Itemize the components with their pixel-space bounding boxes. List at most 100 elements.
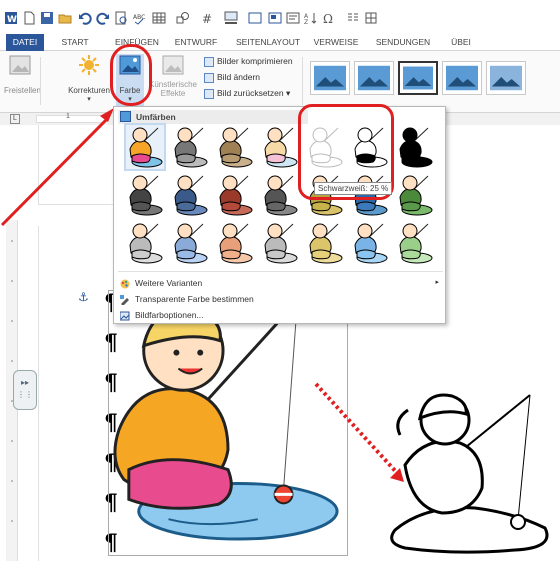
reset-picture-icon [204,88,214,99]
freistellen-label: Freistellen [4,86,41,95]
fishing-girl-thumbnail-icon [219,223,253,264]
tab-start[interactable]: START [54,34,96,51]
tab-verweise[interactable]: VERWEISE [310,34,362,51]
recolor-option-hell-gold[interactable] [306,221,344,265]
transparente-farbe-label: Transparente Farbe bestimmen [135,294,254,304]
bild-zuruecksetzen-button[interactable]: Bild zurücksetzen ▾ [204,87,290,99]
artistic-effects-icon [162,54,184,76]
effekte-label: Effekte [160,89,186,98]
bilder-komprimieren-button[interactable]: Bilder komprimieren [204,55,293,67]
new-doc-icon[interactable] [22,11,36,25]
recolor-option-sepia[interactable] [216,125,254,169]
symbol-icon[interactable]: # [200,11,214,26]
recolor-option-washout[interactable] [261,125,299,169]
fishing-girl-thumbnail-icon [174,223,208,264]
transparente-farbe-item[interactable]: Transparente Farbe bestimmen [118,291,443,307]
navigation-handle[interactable]: ▸▸ ⋮⋮ [13,370,37,410]
recolor-option-dunkel-blau[interactable] [171,173,209,217]
recolor-option-hell-grau[interactable] [126,221,164,265]
dotted-arrow [314,382,404,482]
remove-background-icon [9,54,31,76]
quick-access-toolbar: W ABC # AZ Ω [0,0,560,34]
submenu-arrow-icon: ▸ [435,279,439,286]
fishing-girl-thumbnail-icon [219,127,253,168]
recolor-option-hell-orange[interactable] [216,221,254,265]
redo-icon[interactable] [96,11,110,25]
spelling-icon[interactable]: ABC [132,11,146,25]
sun-icon [78,54,100,76]
recolor-option-dunkel-gruen[interactable] [396,173,434,217]
undo-icon[interactable] [78,11,92,25]
picture-style-4[interactable] [442,61,482,95]
recolor-header: Umfärben [118,110,308,124]
picture-style-5[interactable] [486,61,526,95]
recolor-option-schwarzweiss-75[interactable] [396,125,434,169]
align-icon[interactable] [364,11,378,25]
fishing-girl-thumbnail-icon [399,127,433,168]
save-icon[interactable] [40,11,54,25]
recolor-option-hell-blau2[interactable] [351,221,389,265]
fishing-girl-thumbnail-icon [264,127,298,168]
print-preview-icon[interactable] [114,11,128,25]
text-direction-icon[interactable] [286,11,300,25]
weitere-varianten-item[interactable]: Weitere Varianten ▸ [118,275,443,291]
bild-aendern-label: Bild ändern [217,72,261,82]
table-icon[interactable] [152,11,166,25]
open-icon[interactable] [58,11,72,25]
omega-icon[interactable]: Ω [322,11,336,26]
fishing-girl-thumbnail-icon [399,223,433,264]
border-icon[interactable] [224,11,238,25]
set-transparent-color-icon [120,294,130,306]
fishing-girl-thumbnail-icon [399,175,433,216]
bildfarboptionen-label: Bildfarboptionen... [135,310,204,320]
freistellen-button[interactable]: Freistellen [4,54,41,95]
bild-aendern-button[interactable]: Bild ändern [204,71,260,83]
columns-icon[interactable] [346,11,360,25]
recolor-option-dunkel-grau2[interactable] [261,173,299,217]
bildfarboptionen-item[interactable]: Bildfarboptionen... [118,307,443,323]
fishing-girl-thumbnail-icon [129,223,163,264]
recolor-option-original[interactable] [124,123,166,171]
tab-entwurf[interactable]: ENTWURF [170,34,222,51]
picture-style-3[interactable] [398,61,438,95]
svg-text:Ω: Ω [323,12,333,25]
recolor-option-dunkel-grau[interactable] [126,173,164,217]
sort-icon[interactable]: AZ [304,11,318,26]
tab-sendungen[interactable]: SENDUNGEN [372,34,434,51]
fishing-girl-thumbnail-icon [219,175,253,216]
fishing-girl-bw-image [390,393,549,554]
fishing-girl-thumbnail-icon [264,223,298,264]
palette-icon [120,278,130,289]
korrekturen-button[interactable]: Korrekturen ▾ [65,54,113,103]
word-icon: W [4,11,18,25]
fishing-girl-thumbnail-icon [354,223,388,264]
recolor-gallery-dropdown: Umfärben Weitere Varianten ▸ Transparent… [113,106,446,324]
recolor-option-dunkel-rot[interactable] [216,173,254,217]
red-pointer-arrow [0,108,114,227]
weitere-varianten-label: Weitere Varianten [135,278,203,288]
svg-text:W: W [7,15,17,25]
recolor-option-hell-blau[interactable] [171,221,209,265]
recolor-option-hell-grau2[interactable] [261,221,299,265]
recolor-option-hell-gruen[interactable] [396,221,434,265]
compress-icon [204,56,214,67]
fishing-girl-thumbnail-icon [264,175,298,216]
fishing-girl-thumbnail-icon [174,175,208,216]
fishing-girl-thumbnail-icon [309,223,343,264]
svg-text:Z: Z [304,19,308,25]
recolor-option-grau[interactable] [171,125,209,169]
change-picture-icon [204,72,214,83]
picture-color-options-icon [119,310,130,321]
fishing-girl-thumbnail-icon [129,175,163,216]
tab-datei[interactable]: DATEI [6,34,44,51]
tab-ueberpruefen[interactable]: ÜBEI [444,34,478,51]
svg-text:ABC: ABC [133,14,145,21]
textbox-icon[interactable] [248,11,262,25]
position-icon[interactable] [268,11,282,25]
kuenstlerische-effekte-button[interactable]: Künstlerische Effekte [145,54,201,98]
shapes-icon[interactable] [176,11,190,25]
tab-seitenlayout[interactable]: SEITENLAYOUT [232,34,304,51]
bild-zuruecksetzen-label: Bild zurücksetzen [217,88,284,98]
picture-style-1[interactable] [310,61,350,95]
picture-style-2[interactable] [354,61,394,95]
